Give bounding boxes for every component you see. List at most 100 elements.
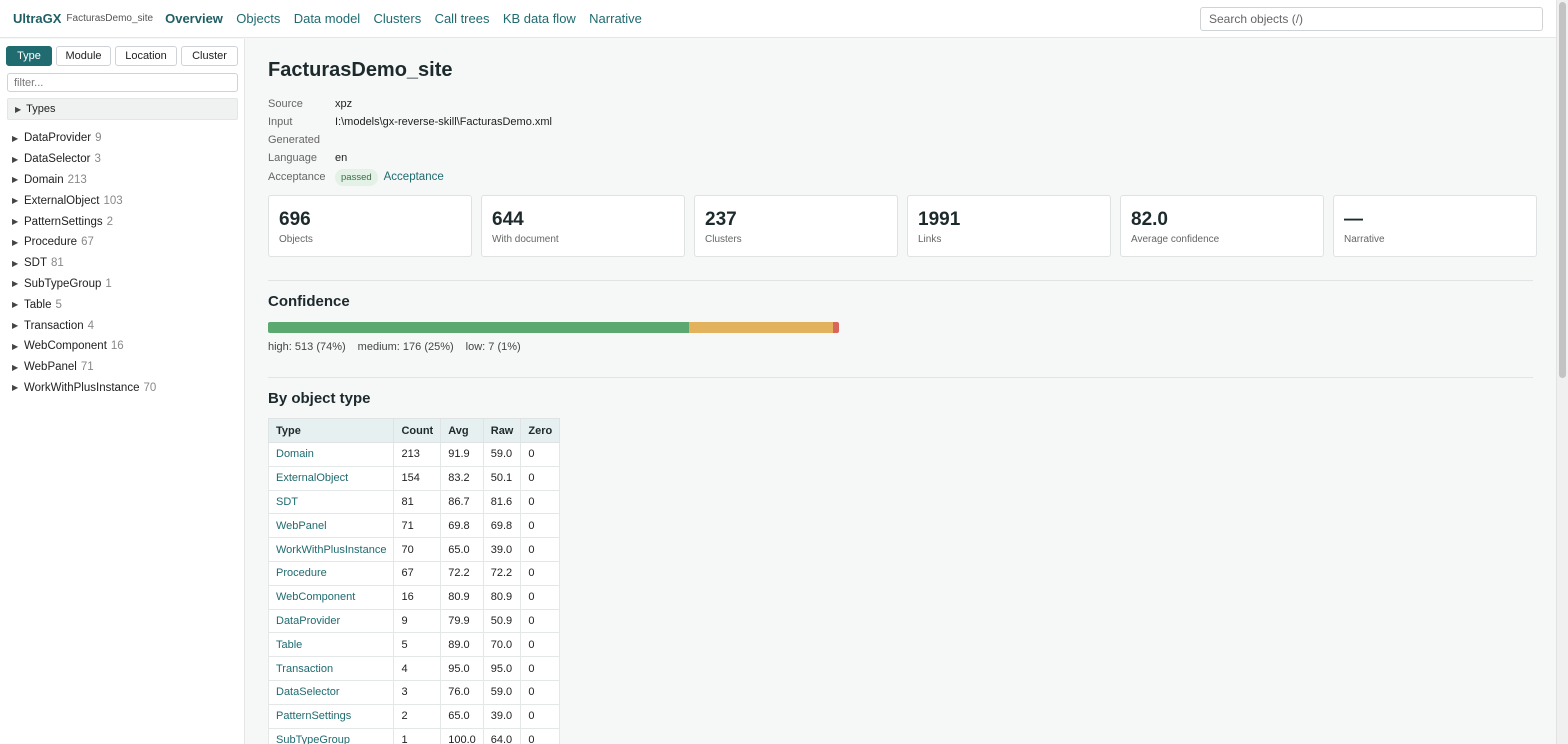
brand-logo[interactable]: UltraGX bbox=[13, 11, 61, 26]
type-link[interactable]: DataSelector bbox=[276, 686, 340, 698]
tree-item-count: 67 bbox=[81, 236, 94, 249]
confidence-heading: Confidence bbox=[268, 293, 350, 310]
table-row: WebPanel 71 69.8 69.8 0 bbox=[267, 513, 561, 539]
type-tree: ▶ DataProvider 9 ▶ DataSelector 3 ▶ Domain 213… bbox=[12, 128, 156, 398]
type-link[interactable]: SubTypeGroup bbox=[276, 734, 350, 744]
meta-key: Input bbox=[268, 116, 293, 128]
stat-card-clusters: 237 Clusters bbox=[694, 195, 898, 257]
nav-overview[interactable]: Overview bbox=[165, 11, 223, 26]
tree-item-label: WebPanel bbox=[24, 361, 77, 374]
tree-item-procedure[interactable]: ▶ Procedure 67 bbox=[12, 232, 156, 253]
cell-zero: 0 bbox=[520, 703, 561, 729]
confidence-low-label: low: 7 (1%) bbox=[465, 341, 521, 353]
stat-value: 237 bbox=[705, 209, 737, 230]
cell-raw: 70.0 bbox=[482, 632, 522, 658]
type-link[interactable]: Table bbox=[276, 639, 302, 651]
tab-cluster[interactable]: Cluster bbox=[181, 46, 238, 66]
tree-item-subtypegroup[interactable]: ▶ SubTypeGroup 1 bbox=[12, 274, 156, 295]
cell-count: 1 bbox=[393, 727, 442, 744]
cell-avg: 89.0 bbox=[440, 632, 484, 658]
meta-language-value: en bbox=[335, 152, 348, 164]
cell-zero: 0 bbox=[520, 679, 561, 705]
type-link[interactable]: PatternSettings bbox=[276, 710, 351, 722]
tab-type[interactable]: Type bbox=[6, 46, 52, 66]
column-header-count[interactable]: Count bbox=[393, 418, 442, 443]
tree-item-count: 71 bbox=[80, 361, 94, 374]
cell-count: 5 bbox=[393, 632, 442, 658]
tree-item-transaction[interactable]: ▶ Transaction 4 bbox=[12, 315, 156, 336]
caret-right-icon: ▶ bbox=[15, 104, 22, 114]
top-bar: UltraGX FacturasDemo_site Overview Objec… bbox=[0, 0, 1556, 38]
cell-count: 71 bbox=[393, 513, 442, 539]
tree-item-sdt[interactable]: ▶ SDT 81 bbox=[12, 253, 156, 274]
cell-type: Domain bbox=[267, 442, 395, 467]
table-row: ExternalObject 154 83.2 50.1 0 bbox=[267, 465, 561, 491]
type-link[interactable]: Procedure bbox=[276, 567, 327, 579]
nav-narrative[interactable]: Narrative bbox=[589, 11, 642, 26]
cell-count: 81 bbox=[393, 489, 442, 515]
type-link[interactable]: WebComponent bbox=[276, 591, 355, 603]
stat-card-objects: 696 Objects bbox=[268, 195, 472, 257]
cell-type: Transaction bbox=[267, 656, 395, 681]
tree-item-count: 213 bbox=[67, 173, 87, 186]
tree-item-label: Domain bbox=[24, 173, 64, 186]
tab-module[interactable]: Module bbox=[56, 46, 111, 66]
stat-value: 82.0 bbox=[1131, 209, 1168, 230]
tree-item-webpanel[interactable]: ▶ WebPanel 71 bbox=[12, 357, 156, 378]
acceptance-link[interactable]: Acceptance bbox=[384, 171, 444, 183]
cell-raw: 80.9 bbox=[482, 584, 522, 610]
nav-kb-data-flow[interactable]: KB data flow bbox=[503, 11, 576, 26]
cell-count: 9 bbox=[393, 608, 442, 634]
confidence-medium-label: medium: 176 (25%) bbox=[357, 341, 454, 353]
types-group-header[interactable]: ▶ Types bbox=[7, 98, 238, 120]
confidence-bar bbox=[268, 322, 839, 333]
cell-avg: 76.0 bbox=[440, 679, 484, 705]
table-row: Procedure 67 72.2 72.2 0 bbox=[267, 560, 561, 586]
type-link[interactable]: Transaction bbox=[276, 663, 333, 675]
divider bbox=[268, 377, 1533, 378]
cell-raw: 50.1 bbox=[482, 465, 522, 491]
tree-item-label: SDT bbox=[24, 257, 47, 270]
column-header-type[interactable]: Type bbox=[267, 418, 395, 443]
column-header-avg[interactable]: Avg bbox=[440, 418, 484, 443]
tree-item-patternsettings[interactable]: ▶ PatternSettings 2 bbox=[12, 211, 156, 232]
page-scrollbar[interactable] bbox=[1556, 0, 1568, 744]
nav-data-model[interactable]: Data model bbox=[294, 11, 360, 26]
nav-call-trees[interactable]: Call trees bbox=[435, 11, 490, 26]
main-nav: Overview Objects Data model Clusters Cal… bbox=[165, 11, 652, 26]
type-link[interactable]: SDT bbox=[276, 496, 298, 508]
cell-zero: 0 bbox=[520, 656, 561, 681]
types-group-label: Types bbox=[26, 103, 56, 115]
nav-clusters[interactable]: Clusters bbox=[374, 11, 422, 26]
caret-right-icon: ▶ bbox=[12, 341, 19, 351]
type-link[interactable]: ExternalObject bbox=[276, 472, 348, 484]
type-link[interactable]: Domain bbox=[276, 448, 314, 460]
type-link[interactable]: WebPanel bbox=[276, 520, 327, 532]
type-link[interactable]: WorkWithPlusInstance bbox=[276, 544, 386, 556]
status-badge: passed bbox=[335, 168, 378, 186]
cell-zero: 0 bbox=[520, 465, 561, 491]
tab-location[interactable]: Location bbox=[115, 46, 177, 66]
cell-raw: 72.2 bbox=[482, 560, 522, 586]
search-input[interactable] bbox=[1200, 7, 1543, 31]
stat-label: Objects bbox=[279, 234, 313, 245]
scrollbar-thumb[interactable] bbox=[1559, 2, 1566, 378]
nav-objects[interactable]: Objects bbox=[236, 11, 280, 26]
site-name: FacturasDemo_site bbox=[66, 13, 154, 24]
tree-item-table[interactable]: ▶ Table 5 bbox=[12, 294, 156, 315]
cell-zero: 0 bbox=[520, 560, 561, 586]
cell-avg: 79.9 bbox=[440, 608, 484, 634]
tree-item-externalobject[interactable]: ▶ ExternalObject 103 bbox=[12, 190, 156, 211]
confidence-legend: high: 513 (74%) medium: 176 (25%) low: 7… bbox=[268, 341, 521, 353]
cell-zero: 0 bbox=[520, 608, 561, 634]
tree-item-webcomponent[interactable]: ▶ WebComponent 16 bbox=[12, 336, 156, 357]
filter-input[interactable] bbox=[7, 73, 238, 92]
caret-right-icon: ▶ bbox=[12, 300, 19, 310]
tree-item-dataprovider[interactable]: ▶ DataProvider 9 bbox=[12, 128, 156, 149]
tree-item-dataselector[interactable]: ▶ DataSelector 3 bbox=[12, 149, 156, 170]
type-link[interactable]: DataProvider bbox=[276, 615, 340, 627]
column-header-zero[interactable]: Zero bbox=[520, 418, 561, 443]
tree-item-domain[interactable]: ▶ Domain 213 bbox=[12, 170, 156, 191]
tree-item-workwithplusinstance[interactable]: ▶ WorkWithPlusInstance 70 bbox=[12, 378, 156, 399]
column-header-raw[interactable]: Raw bbox=[482, 418, 522, 443]
